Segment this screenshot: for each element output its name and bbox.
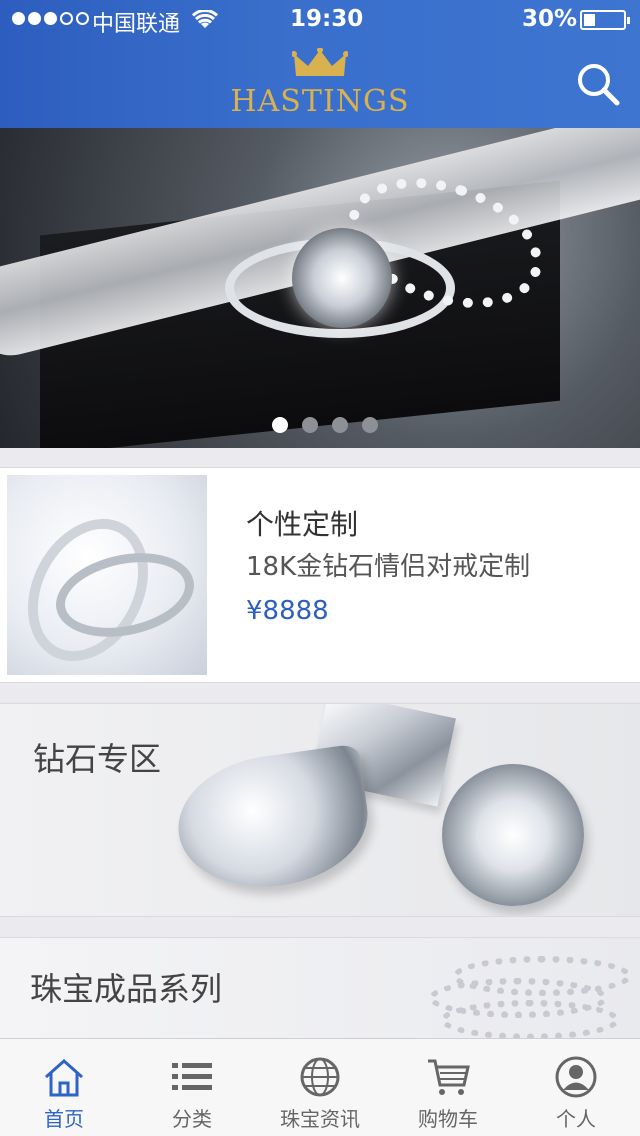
pear-diamond-image [169,743,377,899]
carousel-pager[interactable] [272,417,378,433]
product-price: ¥8888 [246,596,329,626]
battery-icon [580,10,630,30]
status-time: 19:30 [290,6,364,32]
tab-profile[interactable]: 个人 [512,1039,640,1136]
home-icon [45,1058,83,1097]
top-bar: 中国联通 19:30 30% HASTINGS [0,0,640,128]
diamond-zone-banner[interactable]: 钻石专区 [0,703,640,917]
carousel-dot[interactable] [332,417,348,433]
round-diamond-image [442,764,584,906]
hero-banner[interactable] [0,128,640,448]
tab-label: 分类 [172,1107,212,1131]
product-image[interactable] [7,475,207,675]
search-icon[interactable] [575,61,621,107]
tab-category[interactable]: 分类 [128,1039,256,1136]
brand-name: HASTINGS [230,84,410,119]
tab-label: 个人 [556,1107,596,1131]
signal-strength-icon [12,12,89,25]
user-icon [555,1056,597,1098]
status-bar: 中国联通 19:30 30% [0,0,640,40]
ring-stack-image [440,1000,620,1040]
tab-home[interactable]: 首页 [0,1039,128,1136]
product-subtitle: 18K金钻石情侣对戒定制 [246,552,531,582]
list-icon [172,1063,212,1090]
globe-icon [300,1057,340,1097]
tab-jewelry-news[interactable]: 珠宝资讯 [256,1039,384,1136]
tab-bar: 首页 分类 珠宝资讯 购物车 个人 [0,1038,640,1136]
tab-label: 购物车 [418,1107,478,1131]
ring-stack-image [452,956,632,996]
finished-series-banner[interactable]: 珠宝成品系列 [0,937,640,1047]
cart-icon [428,1059,470,1095]
diamond-zone-title: 钻石专区 [33,740,162,778]
finished-series-title: 珠宝成品系列 [30,970,223,1008]
tab-label: 珠宝资讯 [280,1107,360,1131]
tab-label: 首页 [44,1107,84,1131]
app-screen: 中国联通 19:30 30% HASTINGS 个性定制 18K金钻石情侣对戒定… [0,0,640,1136]
tab-cart[interactable]: 购物车 [384,1039,512,1136]
battery-percent: 30% [522,6,578,32]
carrier-name: 中国联通 [92,12,181,37]
product-title: 个性定制 [246,508,359,541]
carousel-dot[interactable] [272,417,288,433]
diamond-image [292,228,392,328]
product-card[interactable]: 个性定制 18K金钻石情侣对戒定制 ¥8888 [0,467,640,683]
wifi-icon [192,10,218,28]
carousel-dot[interactable] [362,417,378,433]
carousel-dot[interactable] [302,417,318,433]
crown-icon [292,48,348,76]
brand-logo[interactable]: HASTINGS [220,44,420,126]
